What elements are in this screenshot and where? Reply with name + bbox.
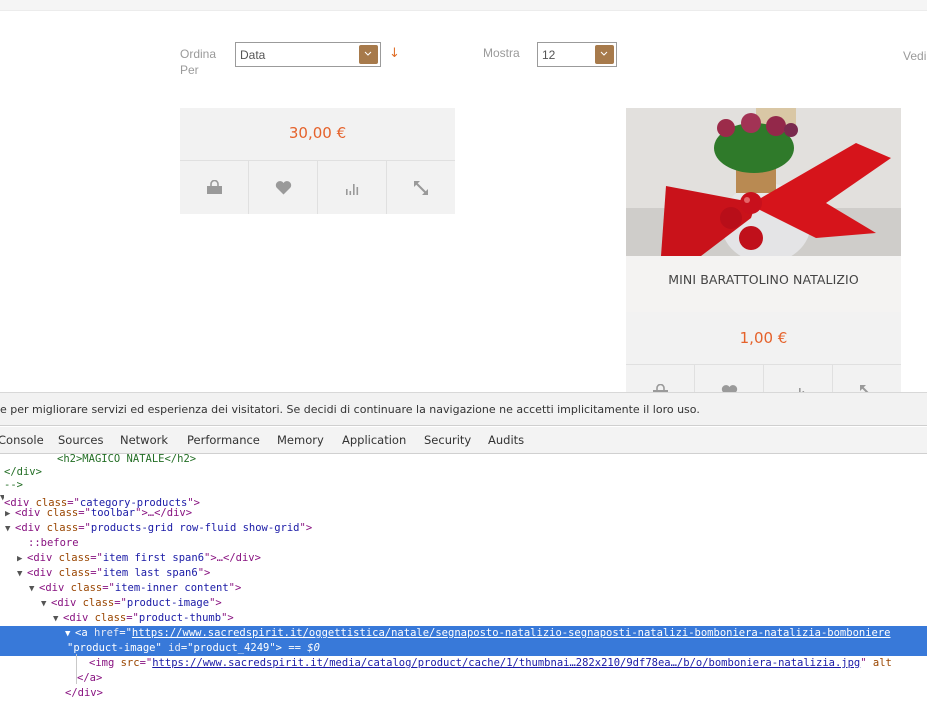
sort-label: Ordina Per [180, 47, 217, 77]
dom-node-img[interactable]: <img src="https://www.sacredspirit.it/me… [0, 656, 927, 671]
dom-node-product-thumb[interactable]: ▼ <div class="product-thumb"> [0, 611, 927, 626]
add-to-cart-button[interactable] [180, 161, 249, 214]
tab-network[interactable]: Network [120, 433, 168, 447]
sort-by-value: Data [240, 48, 266, 62]
dom-node-item-last[interactable]: ▼ <div class="item last span6"> [0, 566, 927, 581]
collapse-triangle-icon[interactable]: ▼ [41, 597, 51, 612]
arrow-down-icon[interactable]: ↓ [389, 46, 400, 61]
product-actions [180, 160, 455, 214]
product-actions [626, 364, 901, 392]
tab-sources[interactable]: Sources [58, 433, 104, 447]
heart-icon [275, 180, 291, 194]
chevron-down-icon[interactable] [359, 45, 378, 64]
tab-application[interactable]: Application [342, 433, 406, 447]
shopping-bag-icon [206, 180, 222, 194]
dom-node-toolbar[interactable]: ▶ <div class="toolbar">…</div> [0, 506, 927, 521]
view-label: Vedi [903, 49, 927, 63]
dom-node-item-first[interactable]: ▶ <div class="item first span6">…</div> [0, 551, 927, 566]
product-image[interactable] [626, 108, 901, 256]
expand-triangle-icon[interactable]: ▶ [5, 507, 15, 522]
quick-view-button[interactable] [833, 365, 901, 392]
dom-node-products-grid[interactable]: ▼ <div class="products-grid row-fluid sho… [0, 521, 927, 536]
expand-triangle-icon[interactable]: ▶ [17, 552, 27, 567]
dom-node-selected-anchor-cont[interactable]: "product-image" id="product_4249"> == $0 [0, 641, 927, 656]
chevron-down-icon[interactable] [595, 45, 614, 64]
show-label: Mostra [483, 46, 520, 60]
wishlist-button[interactable] [695, 365, 764, 392]
cookie-notice-bar: e per migliorare servizi ed esperienza d… [0, 392, 927, 426]
wishlist-button[interactable] [249, 161, 318, 214]
product-price: 30,00 € [180, 108, 455, 160]
compare-button[interactable] [318, 161, 387, 214]
christmas-jar-photo [626, 108, 901, 256]
tab-memory[interactable]: Memory [277, 433, 324, 447]
show-count-value: 12 [542, 48, 556, 62]
dom-node-pseudo-before[interactable]: ::before [0, 536, 927, 551]
tab-console[interactable]: Console [0, 433, 44, 447]
add-to-cart-button[interactable] [626, 365, 695, 392]
quick-view-button[interactable] [387, 161, 455, 214]
collapse-triangle-icon[interactable]: ▼ [17, 567, 27, 582]
dom-node-item-inner[interactable]: ▼ <div class="item-inner content"> [0, 581, 927, 596]
cookie-notice-text: e per migliorare servizi ed esperienza d… [0, 403, 700, 416]
header-strip [0, 0, 927, 11]
product-price: 1,00 € [626, 312, 901, 364]
sort-by-select[interactable]: Data [235, 42, 381, 67]
tab-security[interactable]: Security [424, 433, 471, 447]
tree-indent-guide [76, 654, 77, 684]
dom-node-div-close-2[interactable]: </div> [0, 686, 927, 701]
dom-node-category-products[interactable]: ▼<div class="category-products"> [0, 491, 927, 509]
dom-node-a-close[interactable]: </a> [0, 671, 927, 686]
bar-chart-icon [798, 387, 804, 392]
tab-audits[interactable]: Audits [488, 433, 524, 447]
collapse-triangle-icon[interactable]: ▼ [5, 522, 15, 537]
heart-icon [721, 384, 737, 392]
product-name-box: MINI BARATTOLINO NATALIZIO [626, 256, 901, 312]
expand-arrows-icon [860, 384, 869, 392]
bar-chart-icon [345, 183, 358, 195]
compare-button[interactable] [764, 365, 833, 392]
anchor-href-link[interactable]: https://www.sacredspirit.it/oggettistica… [132, 627, 891, 639]
elements-tree: <h2>MAGICO NATALE</h2> </div> --> ▼<div … [0, 454, 927, 704]
tab-performance[interactable]: Performance [187, 433, 260, 447]
show-count-select[interactable]: 12 [537, 42, 617, 67]
product-name[interactable]: MINI BARATTOLINO NATALIZIO [668, 272, 859, 287]
collapse-triangle-icon[interactable]: ▼ [53, 612, 63, 627]
dom-node-selected-anchor[interactable]: ▼ <a href="https://www.sacredspirit.it/og… [0, 626, 927, 641]
expand-arrows-icon [414, 180, 428, 195]
devtools-tab-bar: Console Sources Network Performance Memo… [0, 427, 927, 454]
dom-node-product-image[interactable]: ▼ <div class="product-image"> [0, 596, 927, 611]
web-page: Ordina Per Data ↓ Mostra 12 Vedi 30,00 € [0, 0, 927, 392]
collapse-triangle-icon[interactable]: ▼ [65, 627, 75, 642]
collapse-triangle-icon[interactable]: ▼ [29, 582, 39, 597]
img-src-link[interactable]: https://www.sacredspirit.it/media/catalo… [152, 657, 860, 669]
shopping-bag-icon [652, 384, 668, 392]
